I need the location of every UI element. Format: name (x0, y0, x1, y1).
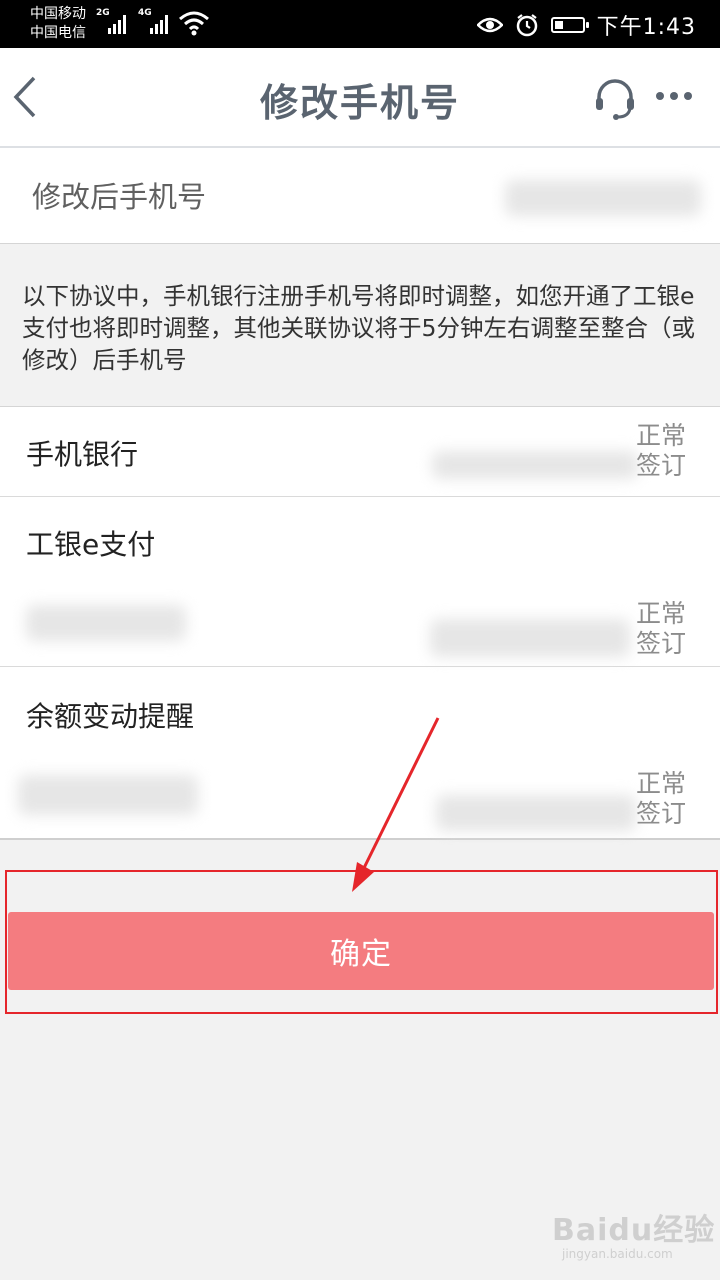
wifi-icon (179, 11, 209, 36)
agreement-row-epay: 工银e支付 正常 签订 (0, 497, 720, 667)
eye-icon (476, 17, 503, 33)
headset-icon[interactable] (592, 76, 638, 122)
masked-account (432, 451, 638, 479)
agreement-status: 正常 签订 (635, 599, 686, 658)
adjustment-notice: 以下协议中，手机银行注册手机号将即时调整，如您开通了工银e支付也将即时调整，其他… (22, 282, 695, 374)
agreement-list: 手机银行 正常 签订 工银e支付 正常 签订 余额变动提醒 正常 签订 (0, 406, 720, 840)
agreement-status: 正常 签订 (635, 421, 686, 480)
battery-icon (550, 17, 589, 33)
confirm-button[interactable]: 确定 (8, 912, 714, 990)
alarm-icon (516, 14, 537, 37)
watermark-url: jingyan.baidu.com (562, 1247, 673, 1261)
clock: 下午1:43 (596, 15, 696, 40)
title-bar: 修改手机号 (0, 48, 720, 148)
new-phone-number-label: 修改后手机号 (32, 180, 207, 214)
watermark-brand: Baidu经验 (552, 1213, 716, 1248)
agreement-name: 手机银行 (26, 438, 139, 471)
agreement-name: 工银e支付 (26, 528, 156, 561)
carrier-info: 中国移动 中国电信 (30, 5, 86, 43)
masked-account (430, 619, 630, 657)
carrier-1: 中国移动 (30, 6, 86, 22)
masked-account (436, 795, 636, 831)
carrier-2: 中国电信 (30, 25, 86, 41)
agreement-row-mobile-banking: 手机银行 正常 签订 (0, 407, 720, 497)
agreement-row-balance-alert: 余额变动提醒 正常 签订 (0, 667, 720, 839)
masked-account (18, 775, 198, 815)
baidu-watermark: Baidu经验 jingyan.baidu.com (552, 1205, 715, 1261)
new-phone-number-row: 修改后手机号 (0, 148, 720, 244)
status-bar: 中国移动 中国电信 2G 4G 下午1:43 (0, 0, 720, 48)
more-dots-icon[interactable] (652, 76, 696, 116)
agreement-status: 正常 签订 (635, 769, 686, 828)
masked-account (26, 605, 186, 641)
agreement-name: 余额变动提醒 (26, 700, 195, 733)
masked-phone-number (505, 180, 701, 216)
